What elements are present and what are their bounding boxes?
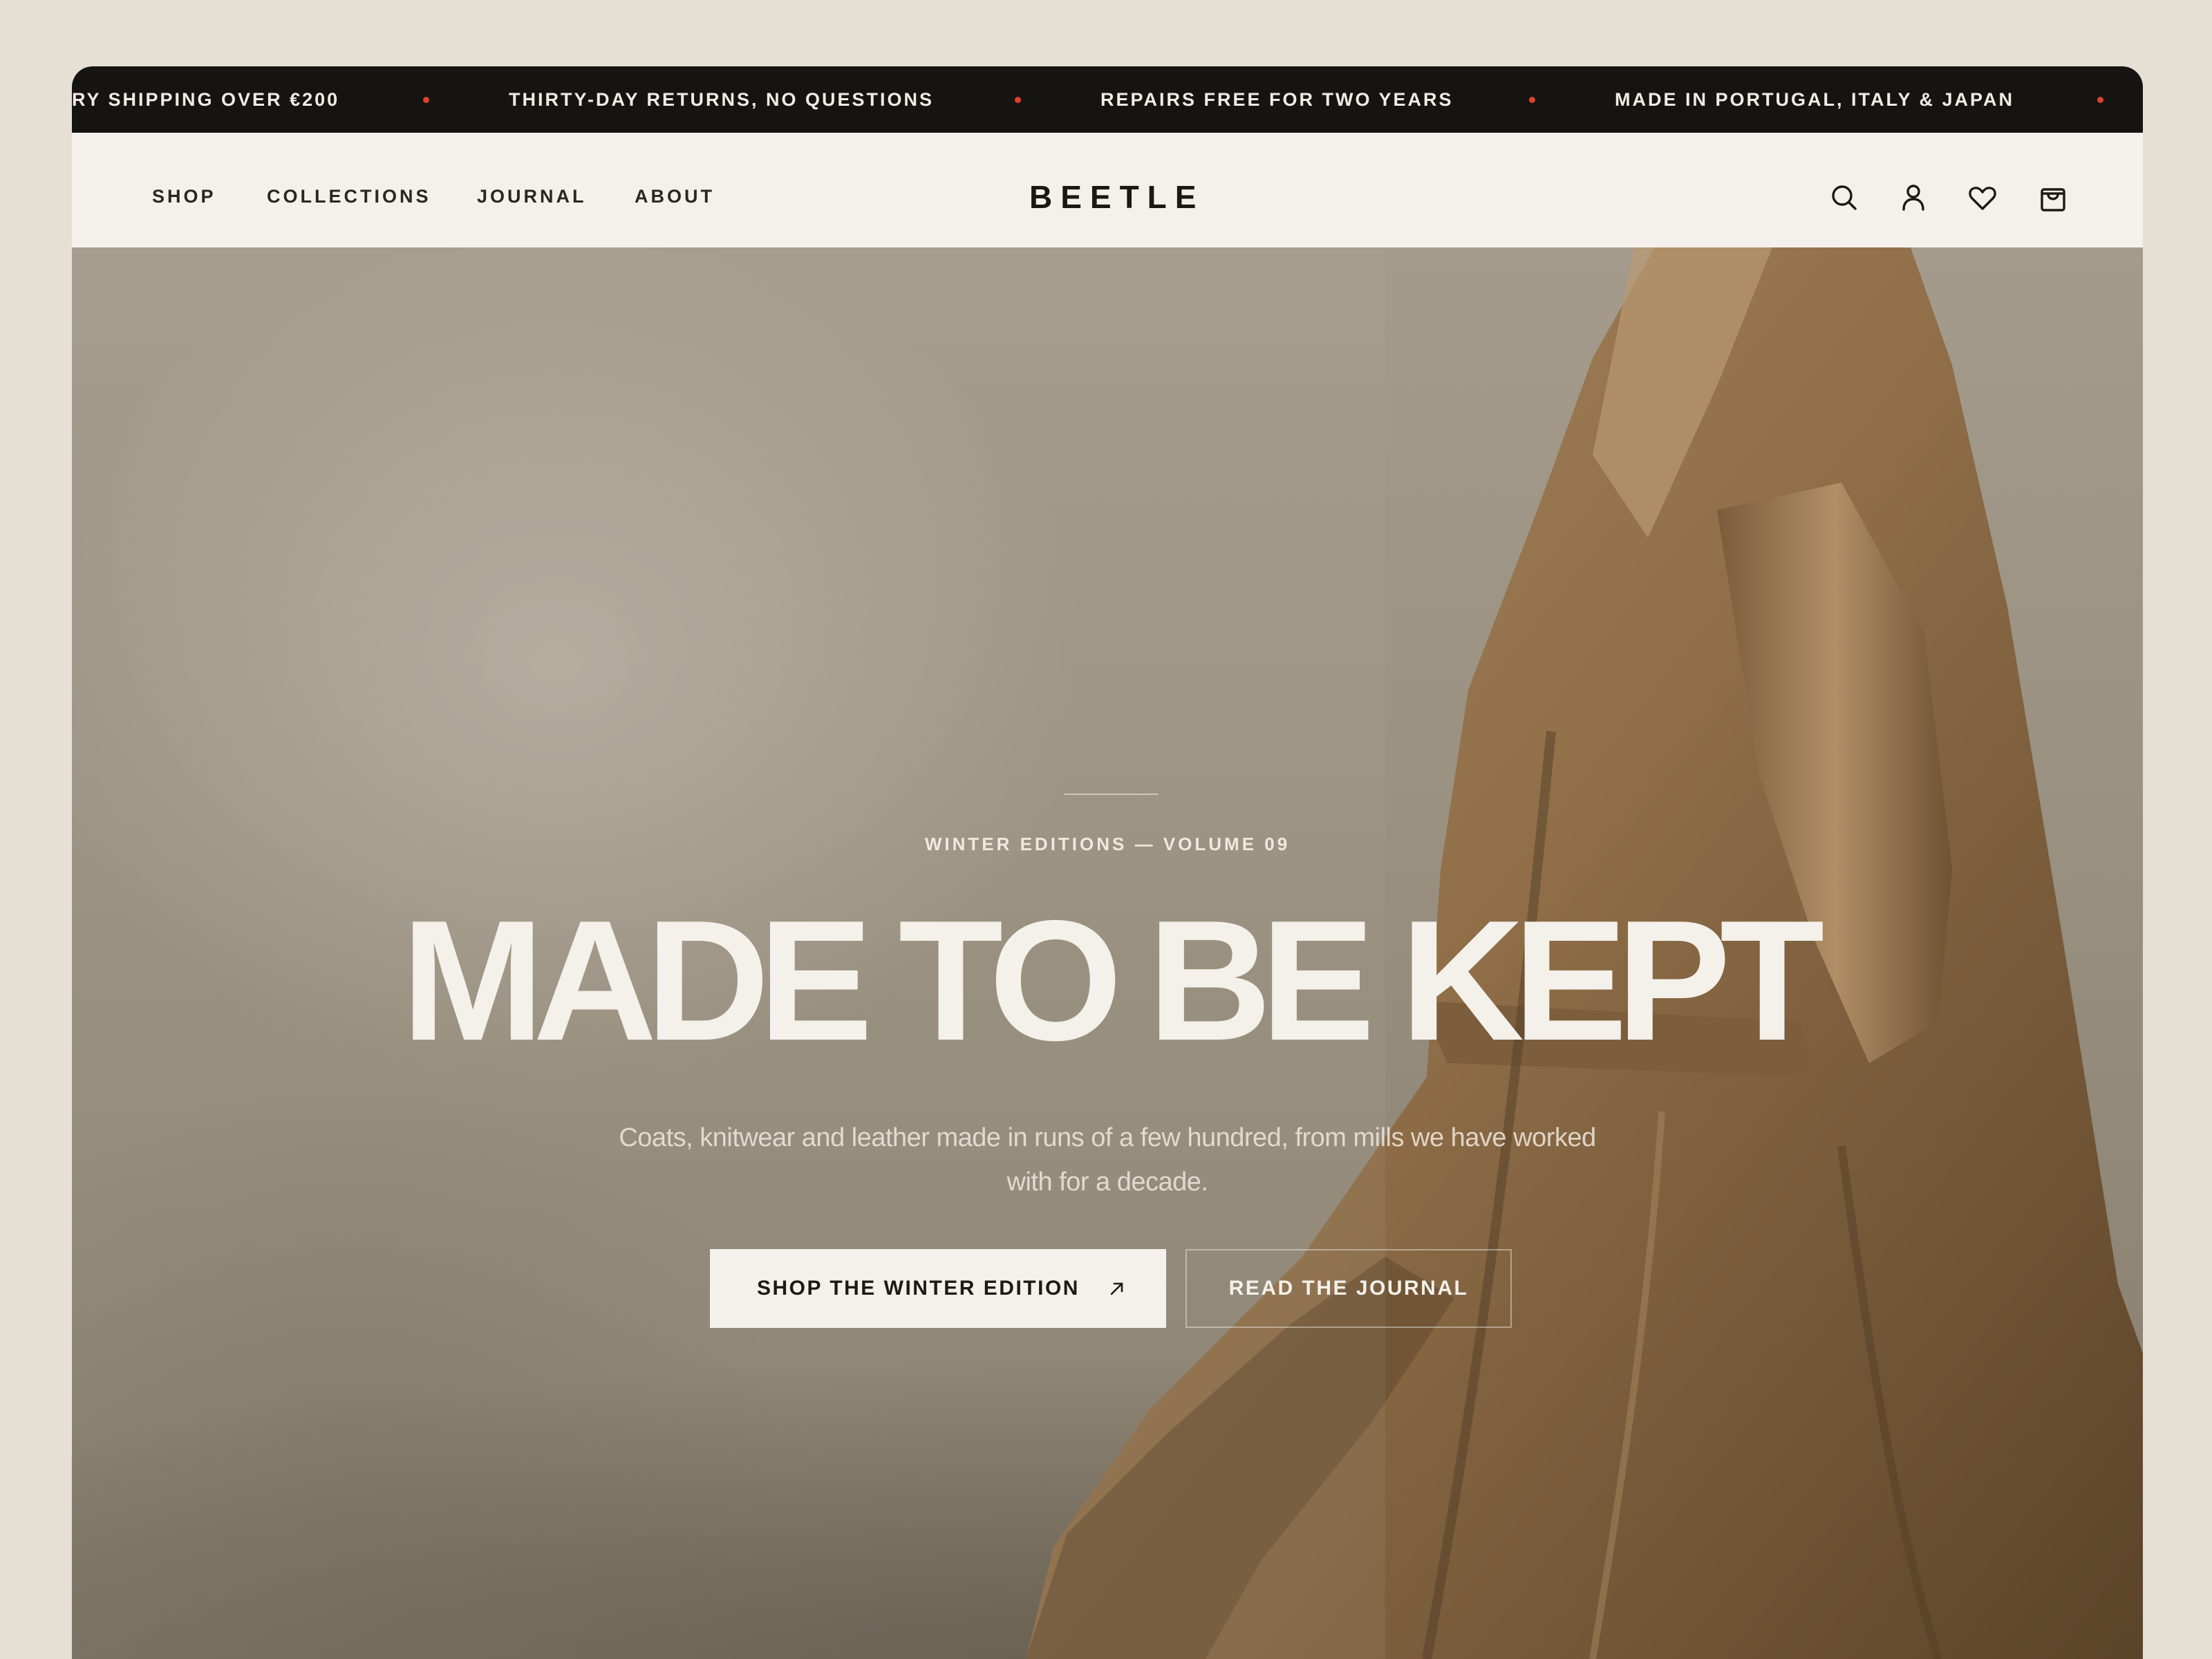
ticker-separator-dot: [1015, 97, 1021, 103]
arrow-up-right-icon: [1110, 1282, 1123, 1295]
shop-winter-edition-label: SHOP THE WINTER EDITION: [757, 1277, 1080, 1300]
hero-eyebrow: WINTER EDITIONS — VOLUME 09: [924, 834, 1291, 854]
nav-journal[interactable]: JOURNAL: [477, 182, 587, 210]
nav-collections[interactable]: COLLECTIONS: [267, 182, 431, 210]
browser-page: RY SHIPPING OVER €200 THIRTY-DAY RETURNS…: [72, 66, 2143, 1659]
announcement-ticker: RY SHIPPING OVER €200 THIRTY-DAY RETURNS…: [72, 66, 2143, 133]
heart-icon[interactable]: [1966, 181, 1999, 214]
brand-logo[interactable]: BEETLE: [1029, 173, 1196, 221]
shop-winter-edition-button[interactable]: SHOP THE WINTER EDITION: [710, 1249, 1166, 1328]
nav-about[interactable]: ABOUT: [635, 182, 715, 210]
bag-icon[interactable]: [2036, 181, 2070, 214]
ticker-separator-dot: [2097, 97, 2103, 103]
ticker-item-repairs: REPAIRS FREE FOR TWO YEARS: [1100, 89, 1454, 110]
account-icon[interactable]: [1897, 181, 1930, 214]
ticker-item-returns: THIRTY-DAY RETURNS, NO QUESTIONS: [509, 89, 935, 110]
hero-title: MADE TO BE KEPT: [401, 884, 1825, 1076]
ticker-item-shipping: RY SHIPPING OVER €200: [72, 89, 340, 110]
search-icon[interactable]: [1828, 181, 1861, 214]
ticker-separator-dot: [1529, 97, 1535, 103]
read-journal-button[interactable]: READ THE JOURNAL: [1185, 1249, 1512, 1328]
hero-divider: [1065, 794, 1159, 795]
read-journal-label: READ THE JOURNAL: [1228, 1277, 1469, 1300]
hero-subtitle: Coats, knitwear and leather made in runs…: [619, 1123, 1596, 1197]
nav-shop[interactable]: SHOP: [152, 182, 216, 210]
ticker-item-made-in: MADE IN PORTUGAL, ITALY & JAPAN: [1615, 89, 2015, 110]
hero-section: WINTER EDITIONS — VOLUME 09 MADE TO BE K…: [72, 247, 2143, 1659]
ticker-separator-dot: [423, 97, 429, 103]
